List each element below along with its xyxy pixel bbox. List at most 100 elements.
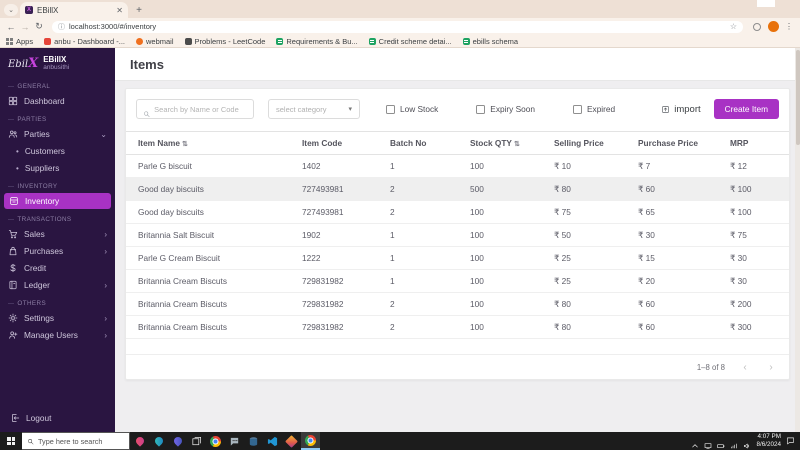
browser-extension-icon[interactable] [753, 23, 761, 31]
pinned-app-1-icon[interactable] [130, 432, 149, 450]
page-next-icon[interactable]: › [765, 362, 777, 373]
sales-icon [8, 229, 18, 239]
bookmark-item-webmail[interactable]: webmail [136, 37, 174, 46]
dashboard-icon [8, 96, 18, 106]
new-tab-button[interactable]: + [132, 3, 146, 17]
back-icon[interactable]: ← [4, 22, 18, 32]
battery-icon[interactable] [717, 437, 725, 445]
filter-checkbox-expired[interactable]: Expired [573, 104, 615, 114]
network-icon[interactable] [730, 437, 738, 445]
checkbox-icon[interactable] [476, 105, 485, 114]
table-cell: 1402 [298, 155, 386, 178]
scrollbar-thumb[interactable] [796, 50, 800, 145]
site-info-icon[interactable]: ⓘ [58, 22, 65, 32]
browser-tab[interactable]: X EBillX ✕ [20, 2, 128, 18]
chrome-icon[interactable] [206, 432, 225, 450]
sort-icon[interactable]: ⇅ [182, 141, 188, 148]
table-cell: Parle G biscuit [126, 155, 298, 178]
checkbox-icon[interactable] [386, 105, 395, 114]
browser-menu-icon[interactable]: ⋮ [785, 22, 793, 31]
table-row[interactable]: Britannia Cream Biscuts7298319822100₹ 80… [126, 316, 789, 339]
database-app-icon[interactable] [244, 432, 263, 450]
apps-shortcut[interactable]: Apps [6, 37, 33, 46]
chevron-right-icon: › [104, 247, 107, 256]
sidebar-item-sales[interactable]: Sales› [0, 226, 115, 242]
filter-checkboxes: Low Stock Expiry Soon Expired [386, 104, 615, 114]
checkbox-icon[interactable] [573, 105, 582, 114]
table-cell: Good day biscuits [126, 201, 298, 224]
table-row[interactable]: Good day biscuits7274939812500₹ 80₹ 60₹ … [126, 178, 789, 201]
table-row[interactable]: Good day biscuits7274939812100₹ 75₹ 65₹ … [126, 201, 789, 224]
sidebar-item-customers[interactable]: •Customers [0, 143, 115, 159]
url-bar[interactable]: ⓘ localhost:3000/#/inventory ☆ [52, 21, 743, 33]
scrollbar[interactable] [795, 48, 800, 432]
sidebar-item-ledger[interactable]: Ledger› [0, 277, 115, 293]
tab-close-icon[interactable]: ✕ [116, 6, 123, 15]
sidebar-item-purchases[interactable]: Purchases› [0, 243, 115, 259]
table-row[interactable]: Britannia Cream Biscuts7298319821100₹ 25… [126, 270, 789, 293]
table-cell: 729831982 [298, 270, 386, 293]
search-input-wrap[interactable] [136, 99, 254, 119]
volume-icon[interactable] [743, 437, 751, 445]
taskbar-search[interactable]: Type here to search [22, 432, 130, 450]
table-row[interactable]: Parle G biscuit14021100₹ 10₹ 7₹ 12 [126, 155, 789, 178]
window-control[interactable] [757, 0, 775, 7]
column-header-item-name[interactable]: Item Name⇅ [126, 132, 298, 155]
sidebar-item-suppliers[interactable]: •Suppliers [0, 160, 115, 176]
gem-app-icon[interactable] [282, 432, 301, 450]
import-button[interactable]: import [661, 104, 700, 115]
bookmark-item-ebills-schema[interactable]: ebills schema [463, 37, 518, 46]
tab-search-button[interactable]: ⌄ [4, 4, 18, 16]
table-cell: Britannia Salt Biscuit [126, 224, 298, 247]
table-cell: ₹ 75 [726, 224, 789, 247]
sidebar-item-settings[interactable]: Settings› [0, 310, 115, 326]
sidebar-item-parties[interactable]: Parties⌄ [0, 126, 115, 142]
table-row[interactable]: Britannia Cream Biscuts7298319822100₹ 80… [126, 293, 789, 316]
vscode-icon[interactable] [263, 432, 282, 450]
column-header-stock-qty[interactable]: Stock QTY⇅ [466, 132, 550, 155]
sidebar-item-credit[interactable]: Credit [0, 260, 115, 276]
bookmark-item-credit-scheme-detai[interactable]: Credit scheme detai... [369, 37, 452, 46]
chat-app-icon[interactable] [225, 432, 244, 450]
action-center-icon[interactable] [786, 432, 795, 450]
table-cell: Britannia Cream Biscuts [126, 270, 298, 293]
table-cell: 100 [466, 201, 550, 224]
profile-avatar[interactable] [768, 21, 779, 32]
search-input[interactable] [154, 105, 247, 114]
sidebar-item-inventory[interactable]: Inventory [4, 193, 111, 209]
display-icon[interactable] [704, 437, 712, 445]
pagination-label: 1–8 of 8 [697, 363, 725, 372]
tray-chevron-up-icon[interactable] [691, 437, 699, 445]
filter-checkbox-expiry-soon[interactable]: Expiry Soon [476, 104, 535, 114]
column-label: Stock QTY [470, 138, 512, 148]
filter-checkbox-low-stock[interactable]: Low Stock [386, 104, 438, 114]
table-cell: ₹ 65 [634, 201, 726, 224]
table-row[interactable]: Parle G Cream Biscuit12221100₹ 25₹ 15₹ 3… [126, 247, 789, 270]
table-row[interactable]: Britannia Salt Biscuit19021100₹ 50₹ 30₹ … [126, 224, 789, 247]
bookmark-item-requirements-bu[interactable]: Requirements & Bu... [276, 37, 357, 46]
sidebar-item-dashboard[interactable]: Dashboard [0, 93, 115, 109]
logout-button[interactable]: Logout [0, 405, 115, 432]
pinned-app-2-icon[interactable] [149, 432, 168, 450]
dark-site-icon [185, 38, 192, 45]
table-cell: ₹ 60 [634, 178, 726, 201]
task-view-icon[interactable] [187, 432, 206, 450]
bookmark-star-icon[interactable]: ☆ [730, 22, 737, 31]
page-previous-icon[interactable]: ‹ [739, 362, 751, 373]
clock[interactable]: 4:07 PM 8/6/2024 [756, 433, 781, 450]
pinned-app-3-icon[interactable] [168, 432, 187, 450]
table-cell: ₹ 100 [726, 178, 789, 201]
chrome-active-icon[interactable] [301, 432, 320, 450]
reload-icon[interactable]: ↻ [32, 21, 46, 32]
bookmark-item-anbu-dashboard[interactable]: anbu - Dashboard -... [44, 37, 125, 46]
sidebar-item-manage-users[interactable]: Manage Users› [0, 327, 115, 343]
url-text[interactable]: localhost:3000/#/inventory [69, 22, 726, 31]
start-button[interactable] [0, 432, 22, 450]
sort-icon[interactable]: ⇅ [514, 141, 520, 148]
category-select[interactable]: select category ▾ [268, 99, 360, 119]
pagination: 1–8 of 8 ‹ › [126, 354, 789, 379]
column-header-item-code: Item Code [298, 132, 386, 155]
create-item-button[interactable]: Create Item [714, 99, 779, 119]
bookmark-item-problems-leetcode[interactable]: Problems - LeetCode [185, 37, 266, 46]
forward-icon[interactable]: → [18, 22, 32, 32]
